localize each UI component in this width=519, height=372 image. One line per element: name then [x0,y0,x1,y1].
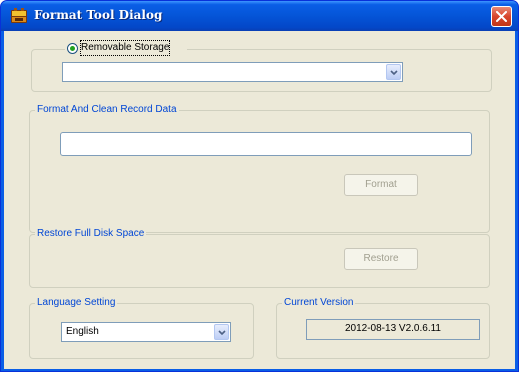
language-select[interactable]: English [61,322,231,342]
format-tool-window: Format Tool Dialog Removable Storage For… [0,0,519,372]
removable-storage-radio[interactable]: Removable Storage [65,40,187,56]
language-group-legend: Language Setting [35,296,118,310]
format-button[interactable]: Format [344,174,418,196]
close-button[interactable] [491,6,512,27]
language-dropdown-button[interactable] [214,324,229,340]
chevron-down-icon [218,330,226,336]
version-group-legend: Current Version [282,296,356,310]
chevron-down-icon [390,70,398,76]
app-icon [10,7,28,25]
radio-selected-dot [70,46,75,51]
language-selected-value: English [66,326,99,337]
radio-button[interactable] [67,43,78,54]
current-version-value: 2012-08-13 V2.0.6.11 [306,319,480,340]
title-bar[interactable]: Format Tool Dialog [1,1,518,31]
restore-button[interactable]: Restore [344,248,418,270]
close-icon [496,11,507,22]
storage-dropdown-button[interactable] [386,64,401,80]
window-title: Format Tool Dialog [34,8,163,22]
storage-device-select[interactable] [62,62,403,82]
restore-group-legend: Restore Full Disk Space [35,227,147,241]
format-group-legend: Format And Clean Record Data [35,103,179,117]
dialog-client-area: Removable Storage Format And Clean Recor… [4,31,515,369]
restore-group: Restore Full Disk Space [29,227,490,288]
format-path-input[interactable] [60,132,472,156]
format-group: Format And Clean Record Data [29,103,490,233]
removable-storage-label[interactable]: Removable Storage [79,40,171,56]
